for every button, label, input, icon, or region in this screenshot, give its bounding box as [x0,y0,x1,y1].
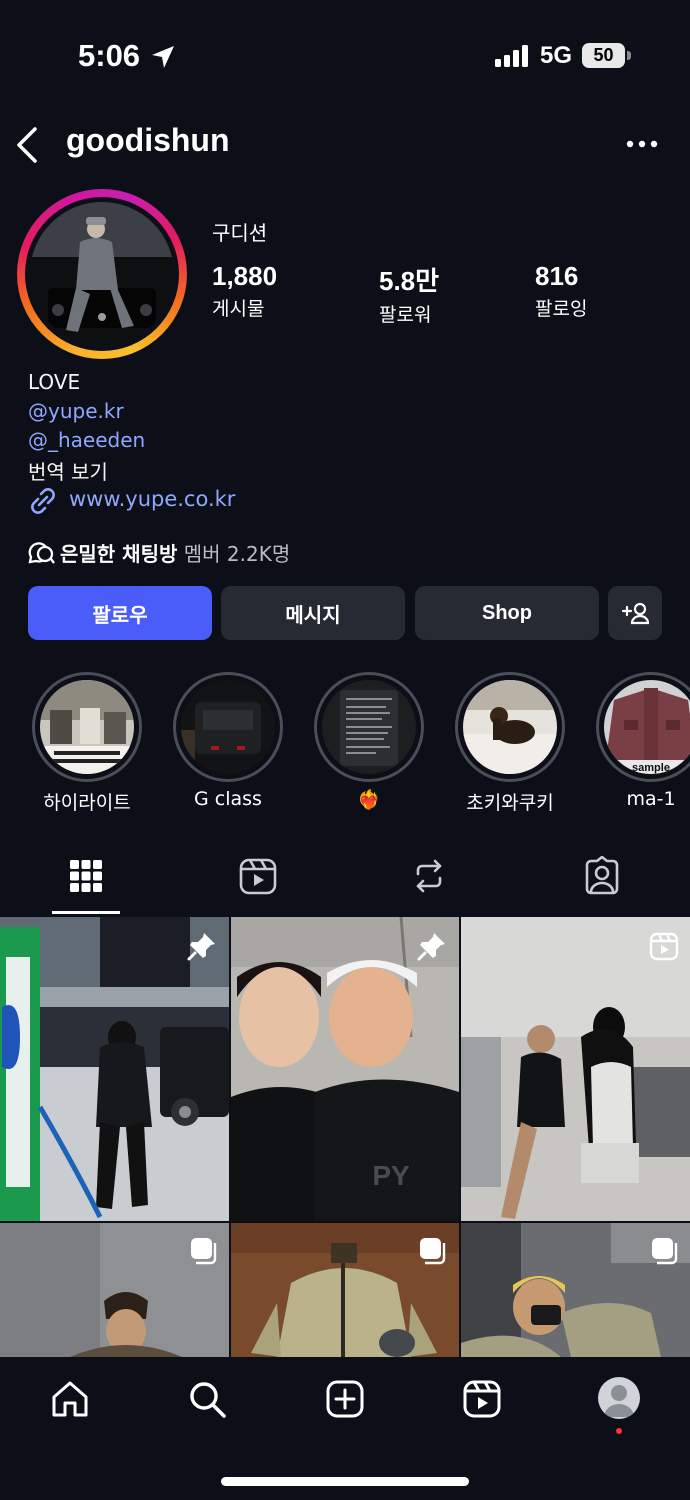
grid-icon[interactable] [68,856,104,896]
tagged-icon[interactable] [582,856,622,896]
battery-icon: 50 [582,43,625,68]
home-icon[interactable] [50,1379,90,1419]
posts-grid: PY [0,917,690,1357]
stat-posts-count: 1,880 [212,261,278,291]
stat-following-label: 팔로잉 [535,298,588,320]
post-thumbnail[interactable] [0,1223,229,1357]
status-bar: 5:06 5G 50 [0,0,690,110]
profile-username: goodishun [66,122,230,158]
carousel-icon [191,1238,217,1265]
reel-badge-icon [649,932,679,961]
create-icon[interactable] [325,1379,365,1419]
status-time: 5:06 [78,38,141,73]
bio-mention-haeeden[interactable]: @_haeeden [28,428,145,452]
back-chevron-icon[interactable] [14,126,40,164]
profile-avatar[interactable] [598,1377,640,1419]
link-icon [31,488,55,514]
stat-followers[interactable]: 5.8만 팔로워 [379,261,439,327]
pinned-icon [417,933,445,961]
highlight-label: ❤️‍🔥 [357,789,381,811]
home-indicator [221,1477,469,1486]
broadcast-channel-link[interactable]: 은밀한 채팅방 멤버 2.2K명 [60,538,290,567]
cellular-signal-icon [495,45,528,67]
carousel-icon [652,1238,678,1265]
avatar-photo [30,202,174,346]
carousel-icon [420,1238,446,1265]
svg-text:PY: PY [372,1160,410,1191]
add-person-icon [621,602,649,625]
suggested-users-button[interactable] [608,586,662,640]
stat-following-count: 816 [535,261,579,291]
post-thumbnail[interactable]: PY [231,917,459,1221]
stat-posts-label: 게시물 [212,298,265,320]
follow-button[interactable]: 팔로우 [28,586,212,640]
chat-title: 은밀한 채팅방 [60,542,178,566]
shop-button[interactable]: Shop [415,586,599,640]
highlight-label: ma-1 [626,788,676,810]
profile-avatar[interactable] [17,189,187,359]
highlight-label: G class [194,788,262,810]
battery-tip [627,51,631,60]
bio-line: LOVE [28,370,81,394]
highlight-cover [463,680,557,774]
reels-icon[interactable] [238,856,278,896]
highlight-cover [322,680,416,774]
pinned-icon [187,933,215,961]
network-type: 5G [540,42,573,69]
highlight-cover [181,680,275,774]
stat-posts: 1,880 게시물 [212,261,277,321]
message-button[interactable]: 메시지 [221,586,405,640]
stat-following[interactable]: 816 팔로잉 [535,261,587,321]
website-link[interactable]: www.yupe.co.kr [69,487,235,511]
post-thumbnail[interactable] [231,1223,459,1357]
location-arrow-icon [152,46,174,68]
reposts-icon[interactable] [410,856,448,896]
active-tab-indicator [52,911,120,914]
highlight-label: 초키와쿠키 [466,792,554,814]
reels-icon[interactable] [462,1379,502,1419]
highlight-label: 하이라이트 [43,792,131,814]
bio-mention-yupe[interactable]: @yupe.kr [28,399,124,423]
stat-followers-label: 팔로워 [379,304,432,326]
translate-link[interactable]: 번역 보기 [28,456,108,485]
stat-followers-count: 5.8만 [379,266,440,296]
chat-bubbles-icon [28,542,55,564]
post-thumbnail[interactable] [461,1223,690,1357]
post-thumbnail[interactable] [461,917,690,1221]
post-thumbnail[interactable] [0,917,229,1221]
chat-members: 멤버 2.2K명 [183,542,291,566]
highlight-cover: sample [604,680,690,774]
profile-full-name: 구디션 [212,221,268,245]
search-icon[interactable] [187,1379,227,1419]
highlight-cover [40,680,134,774]
more-options-icon[interactable] [626,132,658,156]
notification-dot [616,1428,622,1434]
